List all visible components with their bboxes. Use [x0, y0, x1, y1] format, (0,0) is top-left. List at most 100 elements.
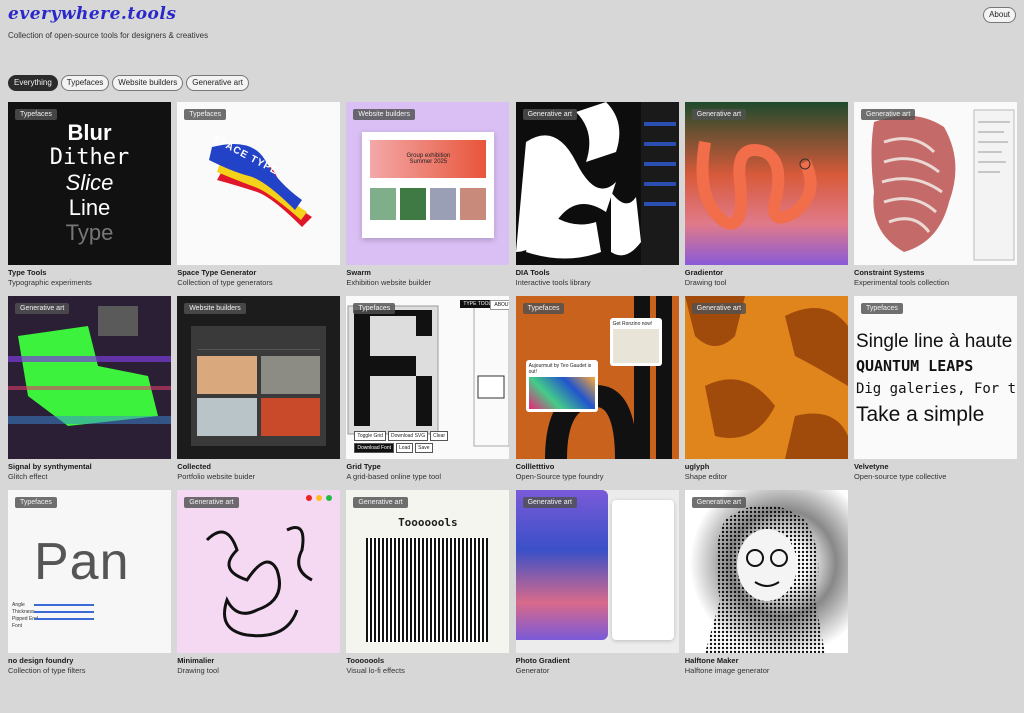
card-title: Tooooools — [346, 656, 385, 665]
card-description: Shape editor — [684, 472, 728, 481]
card-title: Swarm — [346, 268, 371, 277]
save-button[interactable]: Save — [415, 443, 433, 453]
tool-card-halftone-maker[interactable]: Generative art Halftone Maker Halftone i… — [684, 490, 848, 683]
card-description: Visual lo-fi effects — [346, 666, 405, 675]
category-tag: Generative art — [522, 109, 577, 120]
specimen-line: QUANTUM LEAPS — [855, 357, 974, 375]
card-title: no design foundry — [8, 656, 74, 665]
thumbnail: Typefaces Blur Dither Slice Line Type — [8, 102, 171, 265]
tool-card-collletttivo[interactable]: Typefaces Aujourmuit by Teo Gaudet is ou… — [515, 296, 679, 489]
tab-about[interactable]: ABOUT — [490, 300, 510, 310]
category-tag: Generative art — [184, 497, 239, 508]
tool-card-grid-type[interactable]: Typefaces TYPE TOOL ABOUT Toggle Grid Do… — [346, 296, 510, 489]
filter-typefaces[interactable]: Typefaces — [60, 75, 110, 91]
card-title: Gradientor — [684, 268, 724, 277]
filter-generative-art[interactable]: Generative art — [186, 75, 249, 91]
category-tag: Generative art — [15, 303, 70, 314]
card-description: Interactive tools library — [515, 278, 591, 287]
thumbnail: Generative art — [684, 102, 848, 265]
thumbnail: Typefaces Single line à haute QUANTUM LE… — [853, 296, 1017, 459]
category-tag: Generative art — [691, 109, 747, 120]
about-button[interactable]: About — [983, 7, 1016, 23]
category-tag: Website builders — [353, 109, 415, 120]
swarm-heading: Group exhibition Summer 2025 — [406, 153, 451, 165]
tab-type-tool[interactable]: TYPE TOOL — [460, 300, 495, 308]
card-description: Drawing tool — [684, 278, 727, 287]
thumbnail: Website builders Group exhibition Summer… — [346, 102, 510, 265]
download-svg-button[interactable]: Download SVG — [387, 431, 429, 441]
thumb-word: Line — [68, 195, 111, 220]
tool-card-tooooools[interactable]: Generative art Tooooools Tooooools Visua… — [346, 490, 510, 683]
thumbnail: Generative art — [177, 490, 341, 653]
thumb-word: Dither — [49, 145, 130, 170]
tool-card-no-design-foundry[interactable]: Typefaces Pan Angle Thickness Pipped End… — [8, 490, 171, 683]
card-description: Open-Source type foundry — [515, 472, 604, 481]
specimen-line: Take a simple — [855, 403, 985, 426]
card-title: uglyph — [684, 462, 710, 471]
minimalier-scribble — [206, 495, 333, 638]
card-title: Minimalier — [177, 656, 215, 665]
specimen-line: Dig galeries, For the — [855, 381, 1017, 397]
filter-bar: Everything Typefaces Website builders Ge… — [8, 75, 249, 91]
tools-grid: Typefaces Blur Dither Slice Line Type Ty… — [8, 102, 1017, 683]
thumbnail: Website builders — [177, 296, 341, 459]
card-description: Collection of type filters — [8, 666, 86, 675]
tool-card-type-tools[interactable]: Typefaces Blur Dither Slice Line Type Ty… — [8, 102, 171, 295]
tool-card-gradientor[interactable]: Generative art Gradientor Drawing tool — [684, 102, 848, 295]
category-tag: Generative art — [691, 497, 747, 508]
category-tag: Typefaces — [353, 303, 396, 314]
load-button[interactable]: Load — [396, 443, 414, 453]
card-title: Velvetyne — [853, 462, 889, 471]
tool-card-dia-tools[interactable]: Generative art DIA Tools Interactive too… — [515, 102, 679, 295]
thumbnail: Typefaces TYPE TOOL ABOUT Toggle Grid Do… — [346, 296, 510, 459]
download-font-button[interactable]: Download Font — [354, 443, 395, 453]
card-title: Signal by synthymental — [8, 462, 92, 471]
site-logo[interactable]: everywhere.tools — [8, 4, 176, 24]
card-title: Collected — [177, 462, 211, 471]
filter-everything[interactable]: Everything — [8, 75, 58, 91]
thumbnail: Generative art — [515, 490, 679, 653]
category-tag: Generative art — [522, 497, 577, 508]
tool-card-constraint-systems[interactable]: Generative art Constraint Systems Experi… — [853, 102, 1017, 295]
space-type-ribbon — [209, 143, 313, 227]
thumbnail: Generative art — [684, 490, 848, 653]
tool-card-space-type-generator[interactable]: Typefaces SPACE TYPE Space Type Generato… — [177, 102, 341, 295]
card-description: Experimental tools collection — [853, 278, 949, 287]
tool-card-swarm[interactable]: Website builders Group exhibition Summer… — [346, 102, 510, 295]
thumbnail: Generative art — [8, 296, 171, 459]
constraint-swirl — [871, 109, 1015, 261]
uglyph-shapes — [684, 296, 848, 459]
thumbnail: Generative art Tooooools — [346, 490, 510, 653]
tool-card-photo-gradient[interactable]: Generative art Photo Gradient Generator — [515, 490, 679, 683]
site-tagline: Collection of open-source tools for desi… — [8, 31, 209, 40]
card-description: Exhibition website builder — [346, 278, 432, 287]
category-tag: Website builders — [184, 303, 246, 314]
tool-card-uglyph[interactable]: Generative art uglyph Shape editor — [684, 296, 848, 489]
card-description: Portfolio website buider — [177, 472, 256, 481]
glitch-image — [8, 296, 171, 459]
thumb-word: Blur — [67, 120, 112, 145]
thumbnail: Typefaces Pan Angle Thickness Pipped End… — [8, 490, 171, 653]
card-title: DIA Tools — [515, 268, 550, 277]
tool-card-velvetyne[interactable]: Typefaces Single line à haute QUANTUM LE… — [853, 296, 1017, 489]
announcement-text: Get Ronzino now! — [612, 321, 653, 327]
tool-card-minimalier[interactable]: Generative art Minimalier Drawing tool — [177, 490, 341, 683]
thumb-word: Slice — [65, 170, 114, 195]
tool-card-collected[interactable]: Website builders Collected Portfolio web… — [177, 296, 341, 489]
specimen-line: Single line à haute — [855, 331, 1013, 352]
category-tag: Generative art — [691, 303, 747, 314]
toggle-grid-button[interactable]: Toggle Grid — [354, 431, 386, 441]
announcement-text: Aujourmuit by Teo Gaudet is out! — [528, 363, 592, 375]
dia-warped-letters — [515, 102, 679, 265]
thumbnail: Typefaces SPACE TYPE — [177, 102, 341, 265]
card-title: Type Tools — [8, 268, 47, 277]
card-description: Drawing tool — [177, 666, 219, 675]
category-tag: Typefaces — [522, 303, 565, 314]
filter-website-builders[interactable]: Website builders — [112, 75, 184, 91]
card-title: Photo Gradient — [515, 656, 570, 665]
thumbnail: Generative art — [515, 102, 679, 265]
category-tag: Typefaces — [15, 109, 57, 120]
thumbnail: Typefaces Aujourmuit by Teo Gaudet is ou… — [515, 296, 679, 459]
clear-button[interactable]: Clear — [430, 431, 449, 441]
tool-card-signal[interactable]: Generative art Signal by synthymental Gl… — [8, 296, 171, 489]
